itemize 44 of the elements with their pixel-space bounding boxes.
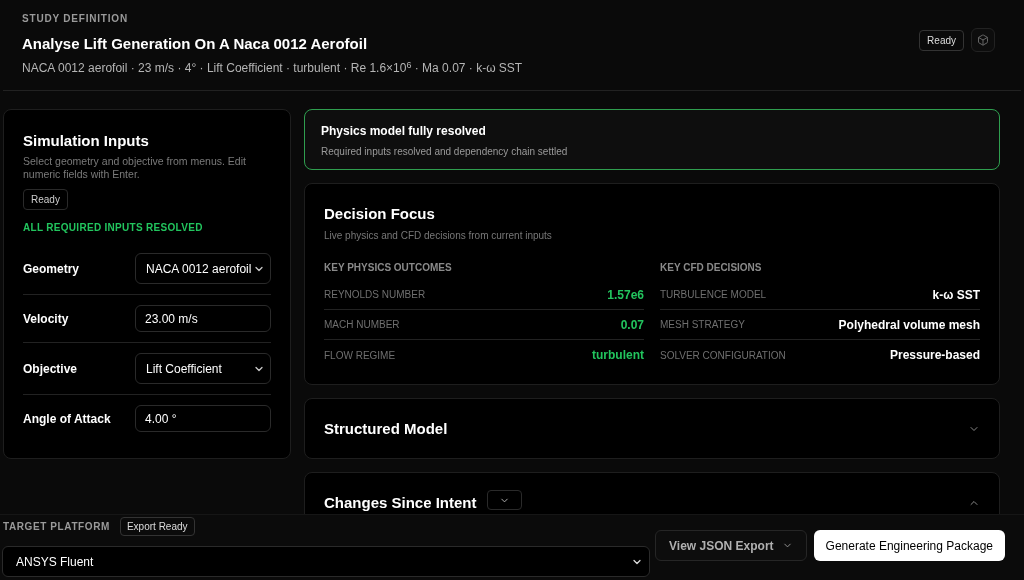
study-title: Analyse Lift Generation On A Naca 0012 Aerofoil (22, 35, 369, 53)
study-summary: NACA 0012 aerofoil · 23 m/s · 4° · Lift Coefficient · turbulent · Re 1.6×10$^{6}$ · Ma 0.07 · k-ω SST (22, 59, 523, 77)
column-heading: KEY PHYSICS OUTCOMES (324, 261, 453, 275)
column-heading: KEY CFD DECISIONS (660, 261, 763, 275)
package-button[interactable] (971, 28, 995, 52)
banner-message: Required inputs resolved and dependency chain settled (321, 145, 569, 159)
metric-value: Pressure-based (889, 347, 980, 364)
platform-select[interactable]: ANSYS Fluent (2, 546, 650, 577)
status-badge: Export Ready (119, 517, 195, 536)
number-input[interactable]: 23.00 m/s (135, 305, 271, 332)
number-input[interactable]: 4.00 ° (135, 405, 271, 432)
field-label: Angle of Attack (23, 410, 111, 428)
metric-label: MESH STRATEGY (660, 318, 745, 332)
panel-title: Simulation Inputs (23, 132, 150, 150)
metric-value: k-ω SST (932, 286, 980, 304)
section-title: Changes Since Intent (324, 494, 477, 511)
metric-value: turbulent (592, 347, 644, 364)
card-title: Decision Focus (324, 205, 436, 223)
field-label: Objective (23, 360, 78, 378)
field-label: Velocity (23, 310, 69, 328)
metric-value: 0.07 (620, 316, 644, 334)
generate-button[interactable]: Generate Engineering Package (813, 530, 1005, 561)
eyebrow-label: STUDY DEFINITION (22, 12, 129, 26)
metric-label: REYNOLDS NUMBER (324, 288, 426, 302)
card-subtitle: Live physics and CFD decisions from current inputs (324, 229, 553, 243)
metric-value: 1.57e6 (607, 286, 644, 304)
metric-value: Polyhedral volume mesh (838, 316, 980, 334)
dropdown-select[interactable]: Lift Coefficient (135, 353, 271, 384)
cube-icon (977, 34, 989, 46)
collapse-button[interactable] (486, 490, 522, 510)
metric-label: FLOW REGIME (324, 348, 396, 363)
dropdown-select[interactable]: NACA 0012 aerofoil (135, 253, 271, 284)
status-badge: Ready (23, 189, 68, 210)
platform-label: TARGET PLATFORM (3, 520, 110, 534)
metric-label: SOLVER CONFIGURATION (660, 348, 786, 363)
panel-description: Select geometry and objective from menus. Edit numeric fields with Enter. (23, 155, 247, 181)
metric-label: TURBULENCE MODEL (660, 288, 767, 302)
status-badge: Ready (919, 29, 964, 51)
banner-title: Physics model fully resolved (321, 124, 487, 138)
section-title: Structured Model (324, 420, 448, 437)
metric-label: MACH NUMBER (324, 318, 400, 332)
export-dropdown-button[interactable]: View JSON Export (655, 530, 807, 561)
resolution-status: ALL REQUIRED INPUTS RESOLVED (23, 221, 204, 235)
field-label: Geometry (23, 260, 80, 278)
